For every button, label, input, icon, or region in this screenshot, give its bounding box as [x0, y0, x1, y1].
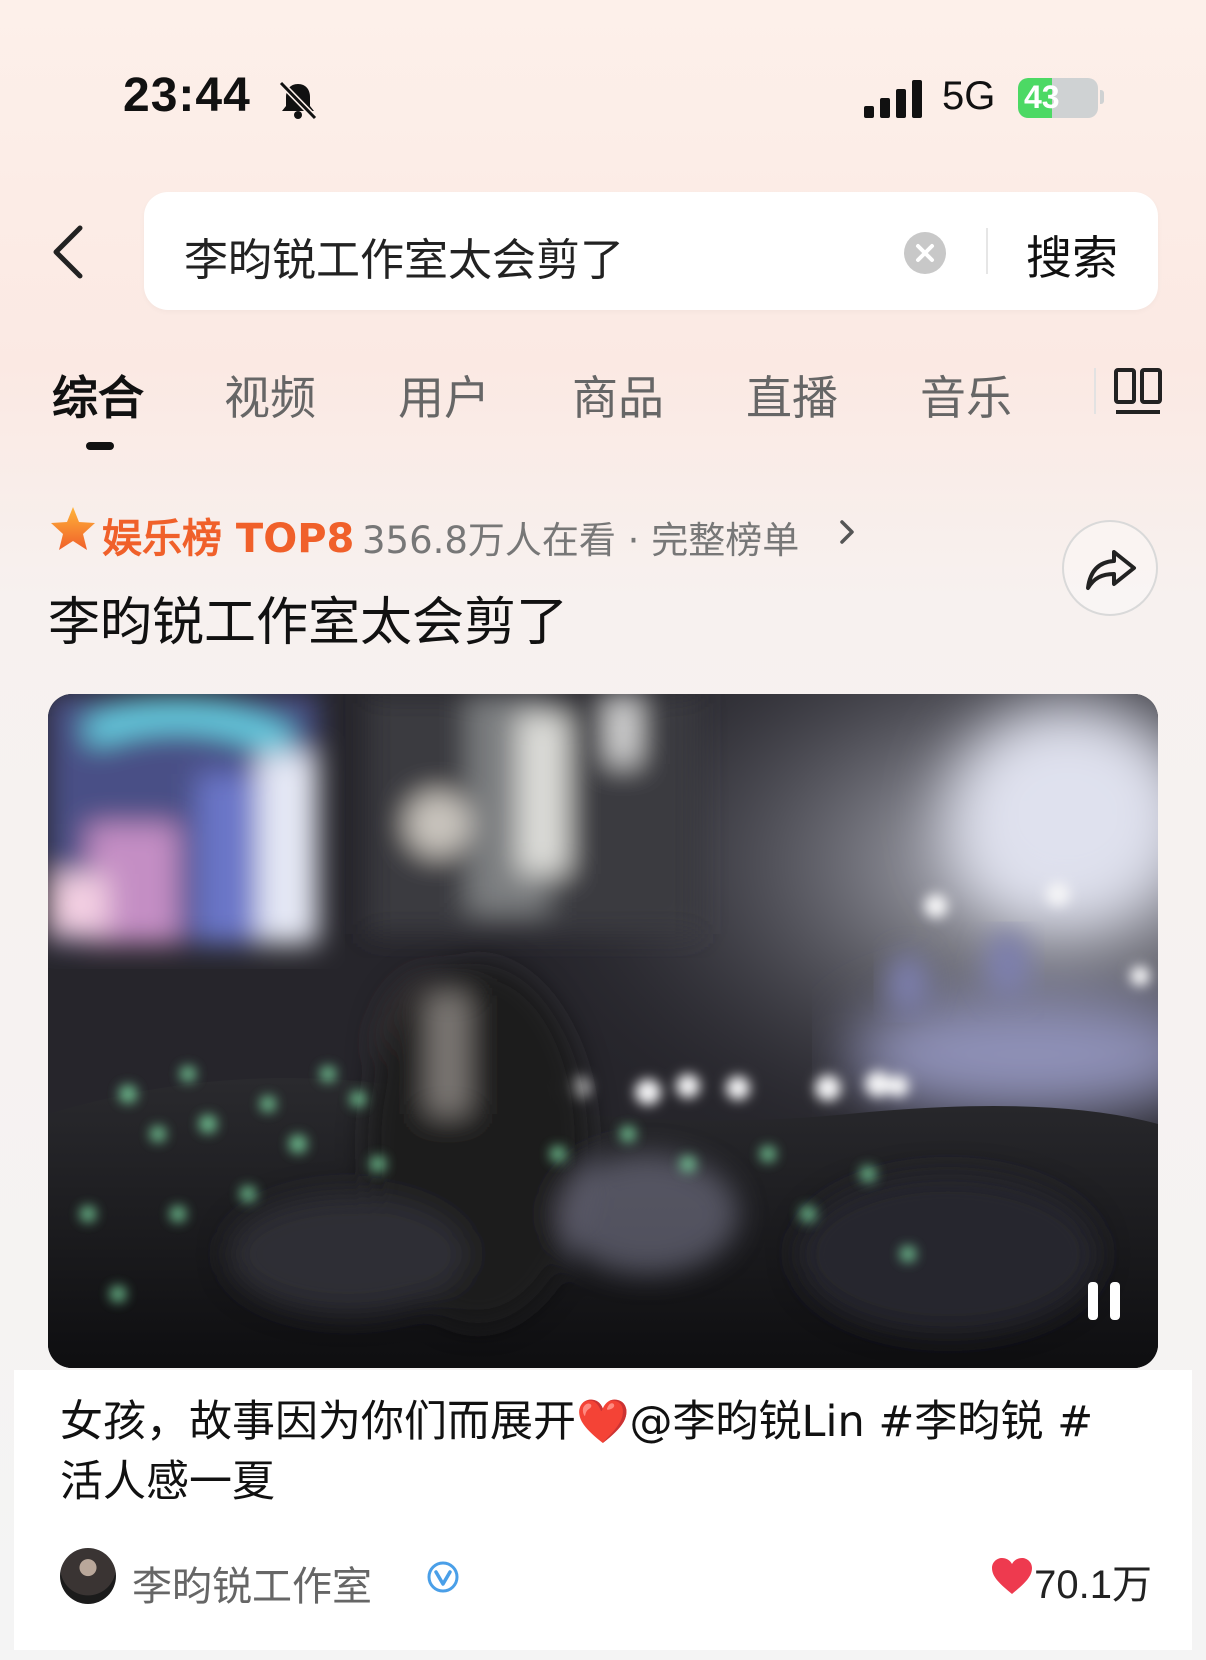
- tab-divider: [1094, 368, 1096, 414]
- hot-list-meta[interactable]: 356.8万人在看 · 完整榜单: [362, 510, 799, 564]
- author-name[interactable]: 李昀锐工作室: [132, 1554, 372, 1612]
- post-caption[interactable]: 女孩，故事因为你们而展开❤️@李昀锐Lin #李昀锐 #活人感一夏: [60, 1392, 1120, 1512]
- tab-music[interactable]: 音乐: [920, 362, 1012, 428]
- heart-icon[interactable]: [990, 1556, 1034, 1596]
- search-input[interactable]: 李昀锐工作室太会剪了: [184, 224, 624, 288]
- status-bar: 23:44 5G 43: [0, 0, 1206, 150]
- concert-video-frame: [48, 694, 1158, 1368]
- chevron-right-icon: [840, 520, 854, 544]
- video-player[interactable]: [48, 694, 1158, 1368]
- post-card[interactable]: 女孩，故事因为你们而展开❤️@李昀锐Lin #李昀锐 #活人感一夏 李昀锐工作室…: [14, 1370, 1192, 1650]
- tab-live[interactable]: 直播: [746, 362, 838, 428]
- search-results-page: 23:44 5G 43 李昀锐工作室太会剪了 搜索 综合 视频 用户 商品 直播…: [0, 0, 1206, 1660]
- active-tab-indicator: [86, 442, 114, 450]
- battery-charging-icon: 43: [1018, 78, 1098, 118]
- bell-muted-icon: [278, 80, 318, 121]
- signal-icon: [864, 80, 922, 118]
- result-tabs: 综合 视频 用户 商品 直播 音乐: [0, 350, 1206, 460]
- verified-badge-icon: [427, 1561, 459, 1593]
- star-icon: [51, 507, 95, 550]
- tab-users[interactable]: 用户: [398, 362, 490, 428]
- red-heart-emoji: ❤️: [576, 1397, 630, 1447]
- author-row[interactable]: 李昀锐工作室: [60, 1548, 660, 1610]
- network-type: 5G: [942, 74, 996, 118]
- caption-text: 女孩，故事因为你们而展开: [60, 1397, 576, 1447]
- hot-list-label: 娱乐榜 TOP8: [102, 516, 355, 562]
- search-box[interactable]: 李昀锐工作室太会剪了 搜索: [144, 192, 1158, 310]
- like-count: 70.1万: [1034, 1563, 1152, 1607]
- tab-products[interactable]: 商品: [572, 362, 664, 428]
- hot-list-row[interactable]: 娱乐榜 TOP8 356.8万人在看 · 完整榜单: [48, 502, 948, 562]
- tab-video[interactable]: 视频: [224, 362, 316, 428]
- status-time: 23:44: [123, 69, 251, 122]
- search-divider: [986, 228, 988, 274]
- pause-icon[interactable]: [1084, 1278, 1124, 1324]
- topic-title[interactable]: 李昀锐工作室太会剪了: [48, 580, 568, 655]
- battery-level: 43: [1024, 79, 1060, 115]
- back-icon[interactable]: [48, 222, 88, 282]
- share-button[interactable]: [1062, 520, 1158, 616]
- filter-grid-icon[interactable]: [1112, 366, 1164, 418]
- share-icon: [1086, 550, 1136, 590]
- clear-icon[interactable]: [904, 232, 946, 274]
- tab-comprehensive[interactable]: 综合: [52, 362, 144, 428]
- avatar[interactable]: [60, 1548, 116, 1604]
- search-button[interactable]: 搜索: [1026, 222, 1118, 288]
- battery-tip: [1100, 90, 1104, 104]
- like-group[interactable]: 70.1万: [982, 1552, 1152, 1607]
